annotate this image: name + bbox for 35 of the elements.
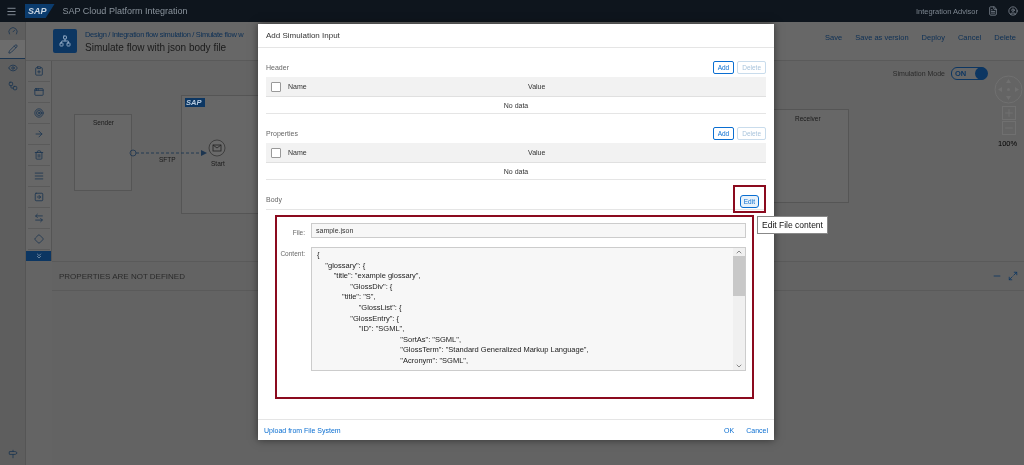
trash-icon[interactable] [33,150,44,160]
workflow-icon [7,81,18,91]
nav-item[interactable] [0,40,25,59]
logo: SAP [25,4,55,18]
dialog-title: Add Simulation Input [266,31,340,40]
select-all-checkbox[interactable] [271,81,281,92]
expand-button[interactable] [26,251,51,261]
content-text-area[interactable] [311,247,746,371]
user-icon[interactable] [1008,6,1018,16]
document-icon[interactable] [988,6,998,16]
start-event-icon[interactable] [208,139,226,157]
sender-box[interactable] [74,114,132,191]
swap-arrows-icon[interactable] [33,213,44,223]
scroll-down-icon[interactable] [735,362,743,370]
menu-icon[interactable] [6,5,17,17]
lines-icon[interactable] [33,171,44,181]
signpost-icon[interactable] [7,449,18,459]
arrow-right-icon[interactable] [33,129,44,139]
page-title: Simulate flow with json body file [85,41,228,53]
gauge-icon [7,26,18,36]
select-all-checkbox[interactable] [271,147,281,158]
pencil-icon [7,44,18,54]
app-title: SAP Cloud Platform Integration [62,6,188,16]
window-icon[interactable] [33,87,44,97]
expand-icon[interactable] [1008,271,1018,281]
receiver-box[interactable] [772,109,849,203]
double-chevron-icon [34,252,43,260]
tooltip: Edit File content [757,216,828,234]
scrollbar[interactable] [733,248,745,370]
target-icon[interactable] [33,108,44,118]
clipboard-plus-icon[interactable] [33,66,44,76]
diamond-icon[interactable] [33,234,44,244]
eye-icon [7,63,18,73]
scroll-up-icon[interactable] [735,248,743,256]
flow-icon [53,29,77,53]
